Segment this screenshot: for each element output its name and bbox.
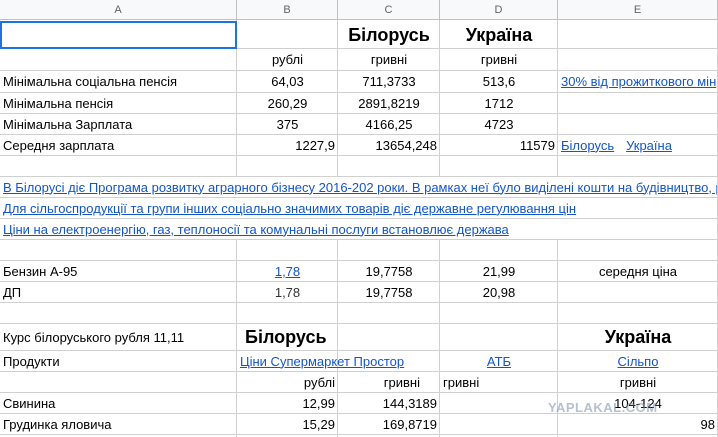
silpo-link[interactable]: Сільпо (618, 355, 659, 368)
value-cell[interactable]: 260,29 (237, 93, 338, 113)
label-petrol-a95[interactable]: Бензин А-95 (0, 261, 237, 281)
value-cell[interactable]: 12,99 (237, 393, 338, 413)
text-row-11[interactable]: Ціни на електроенергію, газ, теплоносії … (0, 219, 718, 239)
label-avg-salary[interactable]: Середня зарплата (0, 135, 237, 155)
section-header-ukraine[interactable]: Україна (558, 324, 718, 350)
value-cell[interactable]: 20,98 (440, 282, 558, 302)
unit-rubles[interactable]: рублі (237, 372, 338, 392)
unit-hryvnia[interactable]: гривні (338, 372, 440, 392)
column-header-e[interactable]: E (558, 0, 718, 20)
section-header-belarus[interactable]: Білорусь (237, 324, 438, 350)
value-cell[interactable]: 11579 (440, 135, 558, 155)
label-min-social-pension[interactable]: Мінімальна соціальна пенсія (0, 71, 237, 92)
price-regulation-link[interactable]: Для сільгоспродукції та групи інших соці… (3, 202, 576, 215)
note-average-price[interactable]: середня ціна (558, 261, 718, 281)
value-cell[interactable]: 1,78 (237, 282, 338, 302)
spreadsheet-grid: A B C D E Білорусь Україна рублі гривні … (0, 0, 718, 437)
value-cell[interactable]: 1712 (440, 93, 558, 113)
column-header-d[interactable]: D (440, 0, 558, 20)
label-products[interactable]: Продукти (0, 351, 237, 371)
unit-hryvnia[interactable]: гривні (558, 372, 718, 392)
header-belarus[interactable]: Білорусь (338, 21, 440, 48)
unit-hryvnia[interactable]: гривні (440, 372, 558, 392)
column-header-b[interactable]: B (237, 0, 338, 20)
grid-line (0, 302, 718, 303)
utility-prices-link[interactable]: Ціни на електроенергію, газ, теплоносії … (3, 223, 509, 236)
label-pork[interactable]: Свинина (0, 393, 237, 413)
grid-line (0, 239, 718, 240)
links-cell[interactable]: Білорусь Україна (558, 135, 718, 155)
label-beef-brisket[interactable]: Грудинка яловича (0, 414, 237, 434)
atb-link[interactable]: АТБ (487, 355, 511, 368)
label-diesel[interactable]: ДП (0, 282, 237, 302)
petrol-price-link[interactable]: 1,78 (275, 265, 300, 278)
store-cell[interactable]: АТБ (440, 351, 558, 371)
value-cell[interactable]: 2891,8219 (338, 93, 440, 113)
unit-rubles[interactable]: рублі (237, 49, 338, 70)
store-cell[interactable]: Сільпо (558, 351, 718, 371)
value-cell[interactable]: 64,03 (237, 71, 338, 92)
value-cell[interactable]: 15,29 (237, 414, 338, 434)
watermark: YAPLAKAL.COM (548, 400, 658, 415)
value-cell[interactable]: 4723 (440, 114, 558, 134)
agro-program-link[interactable]: В Білорусі діє Програма розвитку аграрно… (3, 181, 718, 194)
value-cell[interactable]: 513,6 (440, 71, 558, 92)
unit-hryvnia[interactable]: гривні (440, 49, 558, 70)
text-row-10[interactable]: Для сільгоспродукції та групи інших соці… (0, 198, 718, 218)
label-min-salary[interactable]: Мінімальна Зарплата (0, 114, 237, 134)
grid-line (0, 218, 718, 219)
value-cell[interactable]: 144,3189 (338, 393, 440, 413)
value-cell[interactable]: 19,7758 (338, 261, 440, 281)
value-cell[interactable]: 98 (558, 414, 718, 434)
selected-cell-a2[interactable] (0, 21, 237, 49)
value-cell[interactable]: 19,7758 (338, 282, 440, 302)
column-header-c[interactable]: C (338, 0, 440, 20)
living-wage-link[interactable]: 30% від прожиткового мін (561, 75, 716, 88)
value-cell[interactable]: 711,3733 (338, 71, 440, 92)
label-min-pension[interactable]: Мінімальна пенсія (0, 93, 237, 113)
value-cell[interactable]: 375 (237, 114, 338, 134)
grid-line (0, 434, 718, 435)
grid-line (0, 155, 718, 156)
grid-line (0, 197, 718, 198)
belarus-link[interactable]: Білорусь (561, 139, 614, 152)
prostor-supermarket-link[interactable]: Ціни Супермаркет Простор (240, 355, 404, 368)
value-cell[interactable]: 13654,248 (338, 135, 440, 155)
header-ukraine[interactable]: Україна (440, 21, 558, 48)
value-cell[interactable]: 1,78 (237, 261, 338, 281)
label-exchange-rate[interactable]: Курс білоруського рубля 11,11 (0, 324, 237, 350)
value-cell[interactable]: 4166,25 (338, 114, 440, 134)
text-row-9[interactable]: В Білорусі діє Програма розвитку аграрно… (0, 177, 718, 197)
value-cell[interactable]: 1227,9 (237, 135, 338, 155)
note-link-cell[interactable]: 30% від прожиткового мін (558, 71, 718, 92)
column-header-a[interactable]: A (0, 0, 237, 20)
value-cell[interactable]: 21,99 (440, 261, 558, 281)
unit-hryvnia[interactable]: гривні (338, 49, 440, 70)
ukraine-link[interactable]: Україна (626, 139, 672, 152)
value-cell[interactable]: 169,8719 (338, 414, 440, 434)
store-cell[interactable]: Ціни Супермаркет Простор (237, 351, 438, 371)
